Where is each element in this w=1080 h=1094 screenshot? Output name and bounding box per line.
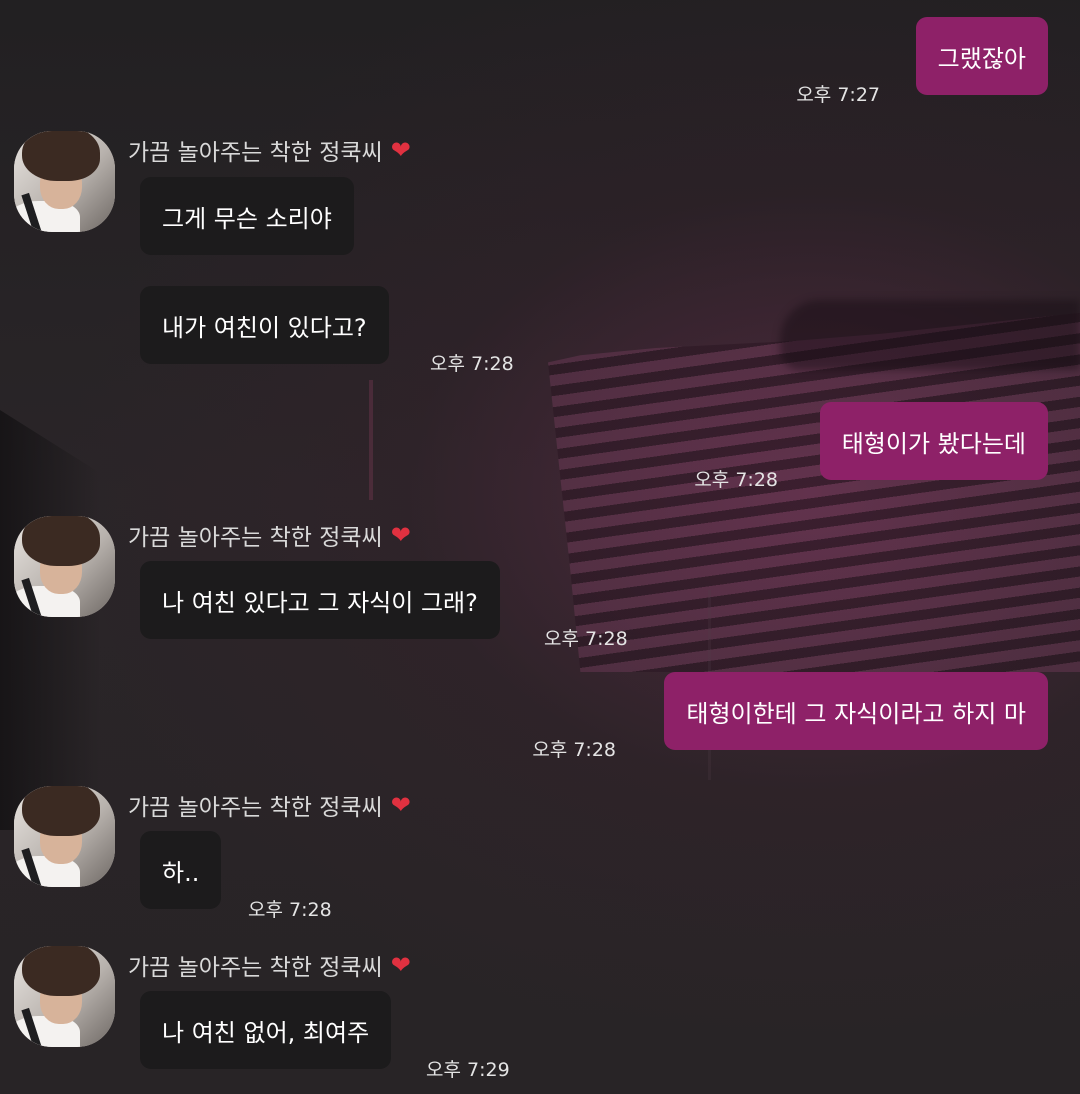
message-bubble-incoming[interactable]: 내가 여친이 있다고? — [140, 286, 389, 364]
message-bubble-outgoing[interactable]: 태형이가 봤다는데 — [819, 402, 1048, 480]
message-bubble-outgoing[interactable]: 태형이한테 그 자식이라고 하지 마 — [664, 672, 1048, 750]
heart-icon: ❤ — [390, 951, 411, 979]
message-text: 그랬잖아 — [937, 44, 1026, 73]
contact-avatar[interactable] — [14, 946, 115, 1047]
message-timestamp: 오후 7:28 — [248, 899, 332, 921]
message-timestamp: 오후 7:28 — [430, 353, 514, 375]
contact-avatar[interactable] — [14, 516, 115, 617]
message-text: 태형이가 봤다는데 — [841, 429, 1026, 458]
message-text: 나 여친 있다고 그 자식이 그래? — [162, 588, 478, 617]
message-text: 내가 여친이 있다고? — [162, 313, 367, 342]
message-bubble-outgoing[interactable]: 그랬잖아 — [915, 17, 1048, 95]
message-text: 나 여친 없어, 최여주 — [162, 1018, 370, 1047]
contact-name-row: 가끔 놀아주는 착한 정쿡씨 ❤ — [128, 948, 411, 982]
message-text: 그게 무슨 소리야 — [162, 204, 332, 233]
contact-avatar[interactable] — [14, 786, 115, 887]
message-timestamp: 오후 7:29 — [426, 1059, 510, 1081]
message-bubble-incoming[interactable]: 나 여친 없어, 최여주 — [140, 991, 392, 1069]
message-bubble-incoming[interactable]: 나 여친 있다고 그 자식이 그래? — [140, 561, 500, 639]
contact-name-row: 가끔 놀아주는 착한 정쿡씨 ❤ — [128, 133, 411, 167]
message-timestamp: 오후 7:28 — [694, 469, 778, 491]
heart-icon: ❤ — [390, 791, 411, 819]
heart-icon: ❤ — [390, 136, 411, 164]
contact-name-row: 가끔 놀아주는 착한 정쿡씨 ❤ — [128, 788, 411, 822]
contact-name-row: 가끔 놀아주는 착한 정쿡씨 ❤ — [128, 518, 411, 552]
chat-message-list[interactable]: 그랬잖아 오후 7:27 가끔 놀아주는 착한 정쿡씨 ❤ 그게 무슨 소리야 … — [0, 0, 1080, 1094]
contact-name: 가끔 놀아주는 착한 정쿡씨 — [128, 525, 383, 551]
message-timestamp: 오후 7:28 — [532, 739, 616, 761]
contact-name: 가끔 놀아주는 착한 정쿡씨 — [128, 955, 383, 981]
heart-icon: ❤ — [390, 521, 411, 549]
message-bubble-incoming[interactable]: 하.. — [140, 831, 222, 909]
contact-name: 가끔 놀아주는 착한 정쿡씨 — [128, 140, 383, 166]
message-timestamp: 오후 7:27 — [796, 84, 880, 106]
message-timestamp: 오후 7:28 — [544, 628, 628, 650]
message-text: 태형이한테 그 자식이라고 하지 마 — [686, 699, 1026, 728]
message-bubble-incoming[interactable]: 그게 무슨 소리야 — [140, 177, 354, 255]
contact-avatar[interactable] — [14, 131, 115, 232]
message-text: 하.. — [162, 858, 200, 887]
contact-name: 가끔 놀아주는 착한 정쿡씨 — [128, 795, 383, 821]
